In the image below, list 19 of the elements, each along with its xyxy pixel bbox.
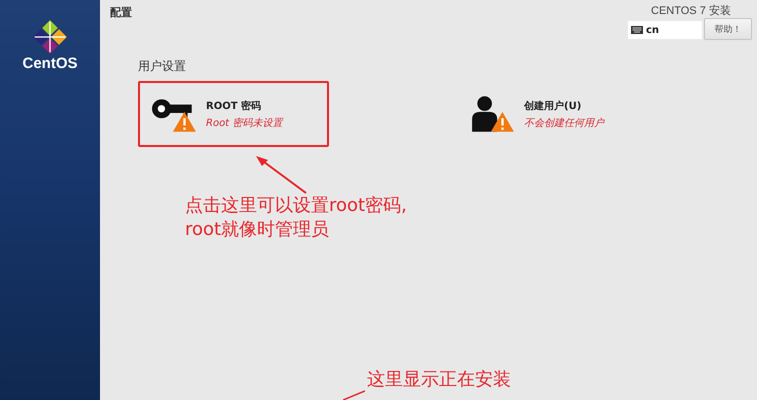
keyboard-icon: [631, 26, 643, 34]
section-title: 用户设置: [138, 58, 187, 75]
spoke-title: 创建用户(U): [524, 99, 582, 112]
keyboard-layout-field[interactable]: cn: [628, 21, 702, 39]
product-title: CENTOS 7 安装: [651, 4, 732, 18]
spoke-card[interactable]: ROOT 密码 Root 密码未设置: [138, 81, 329, 147]
spoke-title: ROOT 密码: [206, 100, 262, 112]
annotation-arrow: [254, 155, 308, 195]
logo-icon: [32, 20, 67, 54]
keyboard-layout-value: cn: [646, 24, 660, 36]
spoke-status: 不会创建任何用户: [524, 116, 604, 130]
annotation-text: 这里显示正在安装: [367, 368, 511, 392]
spoke-card[interactable]: 创建用户(U) 不会创建任何用户: [456, 81, 647, 147]
logo-text: CentOS: [22, 56, 78, 72]
page-title: 配置: [110, 5, 132, 20]
annotation-text: 点击这里可以设置root密码, root就像时管理员: [185, 194, 407, 242]
spoke-status: Root 密码未设置: [206, 116, 282, 130]
annotation-line: [343, 390, 365, 400]
help-button[interactable]: 帮助！: [704, 18, 752, 40]
